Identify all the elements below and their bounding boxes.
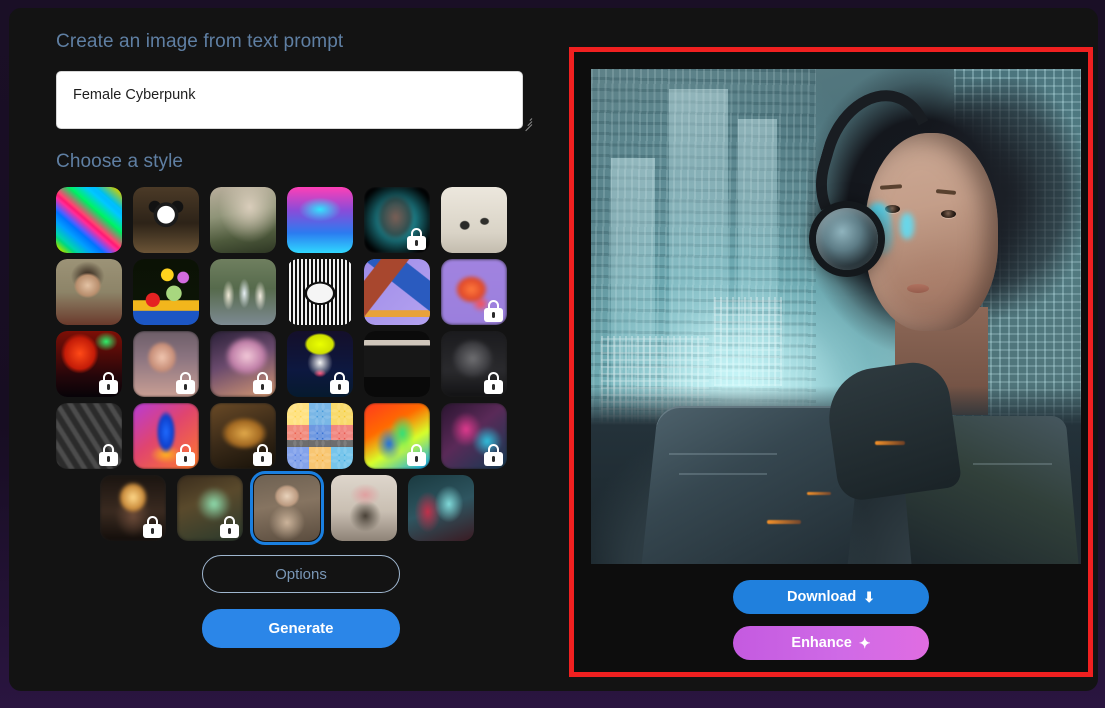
image-armor-line <box>973 463 1052 465</box>
prompt-input-wrapper <box>56 71 536 132</box>
style-tile-teal-red-cyborg[interactable] <box>408 475 474 541</box>
lock-icon <box>220 516 239 538</box>
style-row <box>56 331 526 397</box>
thumb-art <box>56 259 122 325</box>
result-action-buttons: Download ⬇ Enhance ✦ <box>574 580 1088 660</box>
style-tile-folk-floral[interactable] <box>133 259 199 325</box>
style-tile-neon-mech[interactable] <box>287 187 353 253</box>
thumb-art <box>287 259 353 325</box>
style-tile-neon-blue-figure[interactable] <box>133 403 199 469</box>
lock-icon <box>407 444 426 466</box>
style-tile-victorian-engraving[interactable] <box>441 187 507 253</box>
thumb-art-dots <box>287 403 353 469</box>
style-tile-abstract-expressionism[interactable] <box>56 187 122 253</box>
image-armor-glow <box>806 491 831 495</box>
style-tile-watercolor-soldier[interactable] <box>331 475 397 541</box>
style-tile-isometric-3d[interactable] <box>364 259 430 325</box>
thumb-art <box>287 187 353 253</box>
style-tile-romantic-landscape[interactable] <box>210 187 276 253</box>
style-tile-dreamy-pink-haze[interactable] <box>210 331 276 397</box>
style-tile-rainbow-swirl[interactable] <box>364 403 430 469</box>
style-tile-pastel-character[interactable] <box>133 331 199 397</box>
lock-icon <box>253 372 272 394</box>
result-panel-inner: Download ⬇ Enhance ✦ <box>574 52 1088 672</box>
thumb-art <box>56 187 122 253</box>
style-row <box>100 471 526 545</box>
style-tile-renaissance-portrait[interactable] <box>56 259 122 325</box>
lock-icon <box>484 300 503 322</box>
thumb-art <box>331 475 397 541</box>
style-heading: Choose a style <box>56 151 184 172</box>
style-row <box>56 259 526 325</box>
lock-icon <box>176 444 195 466</box>
lock-icon <box>484 372 503 394</box>
style-tile-impressionist-ballet[interactable] <box>210 259 276 325</box>
thumb-art <box>441 187 507 253</box>
prompt-input[interactable] <box>56 71 523 129</box>
left-action-buttons: Options Generate <box>202 555 400 648</box>
lock-icon <box>253 444 272 466</box>
prompt-and-style-panel: Create an image from text prompt Choose … <box>56 30 536 648</box>
style-tile-golden-glow-portrait[interactable] <box>100 475 166 541</box>
image-armor-line <box>669 453 778 456</box>
style-tile-green-mist-portrait[interactable] <box>177 475 243 541</box>
style-tile-panda-photoreal[interactable] <box>133 187 199 253</box>
style-tile-thermal-red-portrait[interactable] <box>56 331 122 397</box>
enhance-button[interactable]: Enhance ✦ <box>733 626 929 660</box>
image-armor-glow <box>875 441 906 446</box>
lock-icon <box>99 372 118 394</box>
style-tile-line-engraving-cup[interactable] <box>287 259 353 325</box>
thumb-art <box>408 475 474 541</box>
style-tile-grey-grunge-texture[interactable] <box>56 403 122 469</box>
download-arrow-icon: ⬇ <box>863 589 875 605</box>
image-headphone-cup <box>816 207 879 270</box>
lock-icon <box>99 444 118 466</box>
style-tile-vivid-fantasy-portrait[interactable] <box>441 403 507 469</box>
style-tile-app-icon-set[interactable] <box>287 403 353 469</box>
lock-icon <box>330 372 349 394</box>
lock-icon <box>143 516 162 538</box>
style-tile-cyan-portrait[interactable] <box>364 187 430 253</box>
lock-icon <box>484 444 503 466</box>
prompt-heading: Create an image from text prompt <box>56 31 344 52</box>
style-tile-soft-purple-fox[interactable] <box>441 259 507 325</box>
download-label: Download <box>786 589 857 605</box>
style-row <box>56 403 526 469</box>
app-root: Create an image from text prompt Choose … <box>0 0 1105 708</box>
style-tile-architecture-render[interactable] <box>364 331 430 397</box>
thumb-art <box>210 187 276 253</box>
thumb-art-shape <box>364 259 430 325</box>
thumb-art <box>210 259 276 325</box>
style-tile-moody-grey-portrait[interactable] <box>441 331 507 397</box>
style-grid <box>56 187 526 545</box>
lock-icon <box>176 372 195 394</box>
thumb-art <box>133 187 199 253</box>
enhance-label: Enhance <box>791 635 852 651</box>
page-card: Create an image from text prompt Choose … <box>9 8 1098 691</box>
style-tile-golden-abstract[interactable] <box>210 403 276 469</box>
download-button[interactable]: Download ⬇ <box>733 580 929 614</box>
style-row <box>56 187 526 253</box>
thumb-art <box>254 475 320 541</box>
image-armor-line <box>679 472 768 475</box>
result-panel-highlighted: Download ⬇ Enhance ✦ <box>569 47 1093 677</box>
lock-icon <box>407 228 426 250</box>
generated-image[interactable] <box>591 69 1081 564</box>
style-tile-pop-art-portrait[interactable] <box>287 331 353 397</box>
options-button[interactable]: Options <box>202 555 400 593</box>
style-tile-classical-beauty[interactable] <box>250 471 324 545</box>
generate-button[interactable]: Generate <box>202 609 400 648</box>
image-armor-glow <box>767 520 802 525</box>
thumb-art <box>364 331 430 397</box>
thumb-art <box>133 259 199 325</box>
sparkle-icon: ✦ <box>858 635 871 651</box>
